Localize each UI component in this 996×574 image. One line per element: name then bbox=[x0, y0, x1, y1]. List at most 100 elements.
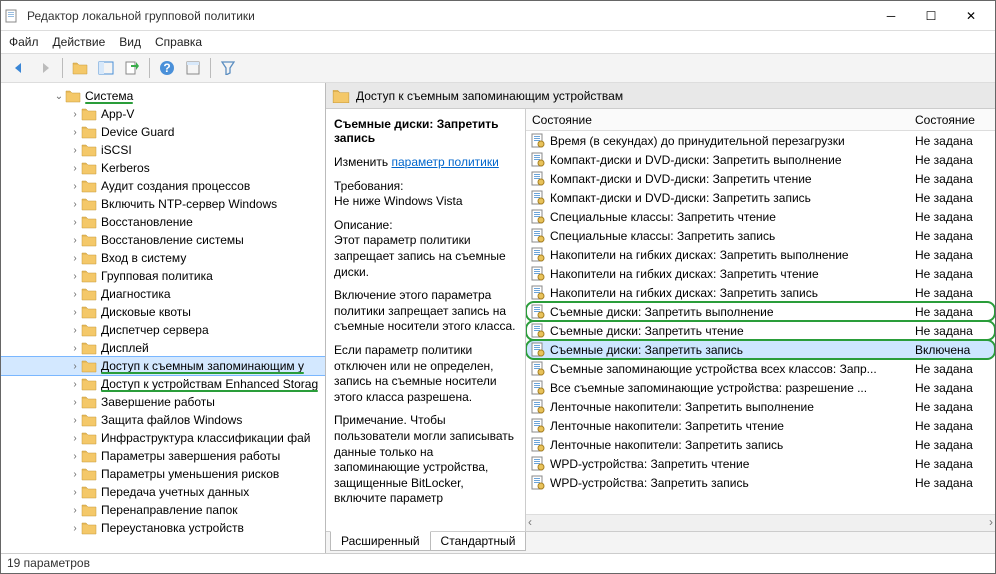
expand-icon[interactable]: › bbox=[69, 469, 81, 480]
policy-row[interactable]: Ленточные накопители: Запретить выполнен… bbox=[526, 397, 995, 416]
expand-icon[interactable]: › bbox=[69, 253, 81, 264]
tree-node[interactable]: ›Групповая политика bbox=[1, 267, 325, 285]
column-headers[interactable]: Состояние Состояние bbox=[526, 109, 995, 131]
expand-icon[interactable]: › bbox=[69, 379, 81, 390]
expand-icon[interactable]: › bbox=[69, 145, 81, 156]
tree-node[interactable]: › Kerberos bbox=[1, 159, 325, 177]
tree-label: Аудит создания процессов bbox=[101, 179, 250, 193]
menu-help[interactable]: Справка bbox=[155, 35, 202, 49]
expand-icon[interactable]: › bbox=[69, 307, 81, 318]
tab-standard[interactable]: Стандартный bbox=[430, 532, 527, 551]
expand-icon[interactable]: › bbox=[69, 325, 81, 336]
desc-p3: Если параметр политики отключен или не о… bbox=[334, 343, 517, 405]
expand-icon[interactable]: › bbox=[69, 433, 81, 444]
up-button[interactable] bbox=[68, 56, 92, 80]
policy-row[interactable]: Компакт-диски и DVD-диски: Запретить зап… bbox=[526, 188, 995, 207]
collapse-icon[interactable]: ⌄ bbox=[53, 91, 65, 102]
col-name[interactable]: Состояние bbox=[526, 113, 915, 127]
tree-node[interactable]: ›Защита файлов Windows bbox=[1, 411, 325, 429]
back-button[interactable] bbox=[7, 56, 31, 80]
tree-node[interactable]: ›Параметры уменьшения рисков bbox=[1, 465, 325, 483]
policy-row[interactable]: WPD-устройства: Запретить чтениеНе задан… bbox=[526, 454, 995, 473]
expand-icon[interactable]: › bbox=[69, 163, 81, 174]
policy-row[interactable]: Накопители на гибких дисках: Запретить ч… bbox=[526, 264, 995, 283]
expand-icon[interactable]: › bbox=[69, 415, 81, 426]
tree-node[interactable]: ›Доступ к съемным запоминающим у bbox=[1, 357, 325, 375]
tree-node[interactable]: ›App-V bbox=[1, 105, 325, 123]
policy-row[interactable]: Специальные классы: Запретить чтениеНе з… bbox=[526, 207, 995, 226]
tree-node[interactable]: ›Вход в систему bbox=[1, 249, 325, 267]
policy-row[interactable]: Ленточные накопители: Запретить записьНе… bbox=[526, 435, 995, 454]
expand-icon[interactable]: › bbox=[69, 217, 81, 228]
edit-policy-link[interactable]: параметр политики bbox=[391, 155, 498, 169]
policy-row[interactable]: Время (в секундах) до принудительной пер… bbox=[526, 131, 995, 150]
tree-node[interactable]: ›Device Guard bbox=[1, 123, 325, 141]
tree-node[interactable]: ›Доступ к устройствам Enhanced Storag bbox=[1, 375, 325, 393]
policy-state: Не задана bbox=[915, 438, 995, 452]
expand-icon[interactable]: › bbox=[69, 451, 81, 462]
col-state[interactable]: Состояние bbox=[915, 113, 995, 127]
policy-row[interactable]: Специальные классы: Запретить записьНе з… bbox=[526, 226, 995, 245]
maximize-button[interactable]: ☐ bbox=[911, 3, 951, 29]
tab-extended[interactable]: Расширенный bbox=[330, 531, 431, 551]
tree-pane[interactable]: ⌄Система›App-V›Device Guard›iSCSI›Kerber… bbox=[1, 83, 326, 553]
expand-icon[interactable]: › bbox=[69, 127, 81, 138]
menubar: Файл Действие Вид Справка bbox=[1, 31, 995, 53]
policy-row[interactable]: Съемные диски: Запретить выполнениеНе за… bbox=[526, 302, 995, 321]
policy-row[interactable]: Накопители на гибких дисках: Запретить з… bbox=[526, 283, 995, 302]
policy-row[interactable]: Все съемные запоминающие устройства: раз… bbox=[526, 378, 995, 397]
expand-icon[interactable]: › bbox=[69, 235, 81, 246]
policy-row[interactable]: Съемные диски: Запретить чтениеНе задана bbox=[526, 321, 995, 340]
policy-row[interactable]: Ленточные накопители: Запретить чтениеНе… bbox=[526, 416, 995, 435]
tree-node[interactable]: ›Восстановление системы bbox=[1, 231, 325, 249]
tree-node[interactable]: ›Диагностика bbox=[1, 285, 325, 303]
tree-node[interactable]: › Аудит создания процессов bbox=[1, 177, 325, 195]
tree-node[interactable]: ›Включить NTP-сервер Windows bbox=[1, 195, 325, 213]
close-button[interactable]: ✕ bbox=[951, 3, 991, 29]
expand-icon[interactable]: › bbox=[69, 271, 81, 282]
tree-node[interactable]: ⌄Система bbox=[1, 87, 325, 105]
minimize-button[interactable]: ─ bbox=[871, 3, 911, 29]
policy-row[interactable]: Компакт-диски и DVD-диски: Запретить вып… bbox=[526, 150, 995, 169]
tree-node[interactable]: ›Переустановка устройств bbox=[1, 519, 325, 537]
expand-icon[interactable]: › bbox=[69, 289, 81, 300]
policy-row[interactable]: Накопители на гибких дисках: Запретить в… bbox=[526, 245, 995, 264]
menu-file[interactable]: Файл bbox=[9, 35, 39, 49]
tree-node[interactable]: ›Завершение работы bbox=[1, 393, 325, 411]
properties-button[interactable] bbox=[181, 56, 205, 80]
forward-button[interactable] bbox=[33, 56, 57, 80]
policy-rows[interactable]: Время (в секундах) до принудительной пер… bbox=[526, 131, 995, 514]
menu-view[interactable]: Вид bbox=[119, 35, 141, 49]
window-title: Редактор локальной групповой политики bbox=[27, 9, 871, 23]
expand-icon[interactable]: › bbox=[69, 343, 81, 354]
expand-icon[interactable]: › bbox=[69, 109, 81, 120]
tree-label: Kerberos bbox=[101, 161, 150, 175]
expand-icon[interactable]: › bbox=[69, 199, 81, 210]
filter-button[interactable] bbox=[216, 56, 240, 80]
help-button[interactable]: ? bbox=[155, 56, 179, 80]
expand-icon[interactable]: › bbox=[69, 523, 81, 534]
expand-icon[interactable]: › bbox=[69, 181, 81, 192]
policy-row[interactable]: Съемные диски: Запретить записьВключена bbox=[526, 340, 995, 359]
tree-label: Восстановление bbox=[101, 215, 193, 229]
menu-action[interactable]: Действие bbox=[53, 35, 106, 49]
tree-node[interactable]: ›iSCSI bbox=[1, 141, 325, 159]
tree-node[interactable]: ›Параметры завершения работы bbox=[1, 447, 325, 465]
export-button[interactable] bbox=[120, 56, 144, 80]
policy-row[interactable]: Компакт-диски и DVD-диски: Запретить чте… bbox=[526, 169, 995, 188]
tree-node[interactable]: ›Диспетчер сервера bbox=[1, 321, 325, 339]
expand-icon[interactable]: › bbox=[69, 505, 81, 516]
tree-node[interactable]: ›Дисковые квоты bbox=[1, 303, 325, 321]
policy-row[interactable]: Съемные запоминающие устройства всех кла… bbox=[526, 359, 995, 378]
policy-row[interactable]: WPD-устройства: Запретить записьНе задан… bbox=[526, 473, 995, 492]
tree-node[interactable]: ›Перенаправление папок bbox=[1, 501, 325, 519]
show-tree-button[interactable] bbox=[94, 56, 118, 80]
h-scrollbar[interactable]: ‹› bbox=[526, 514, 995, 531]
tree-node[interactable]: ›Дисплей bbox=[1, 339, 325, 357]
expand-icon[interactable]: › bbox=[69, 361, 81, 372]
tree-node[interactable]: › Восстановление bbox=[1, 213, 325, 231]
expand-icon[interactable]: › bbox=[69, 487, 81, 498]
expand-icon[interactable]: › bbox=[69, 397, 81, 408]
tree-node[interactable]: ›Инфраструктура классификации фай bbox=[1, 429, 325, 447]
tree-node[interactable]: ›Передача учетных данных bbox=[1, 483, 325, 501]
